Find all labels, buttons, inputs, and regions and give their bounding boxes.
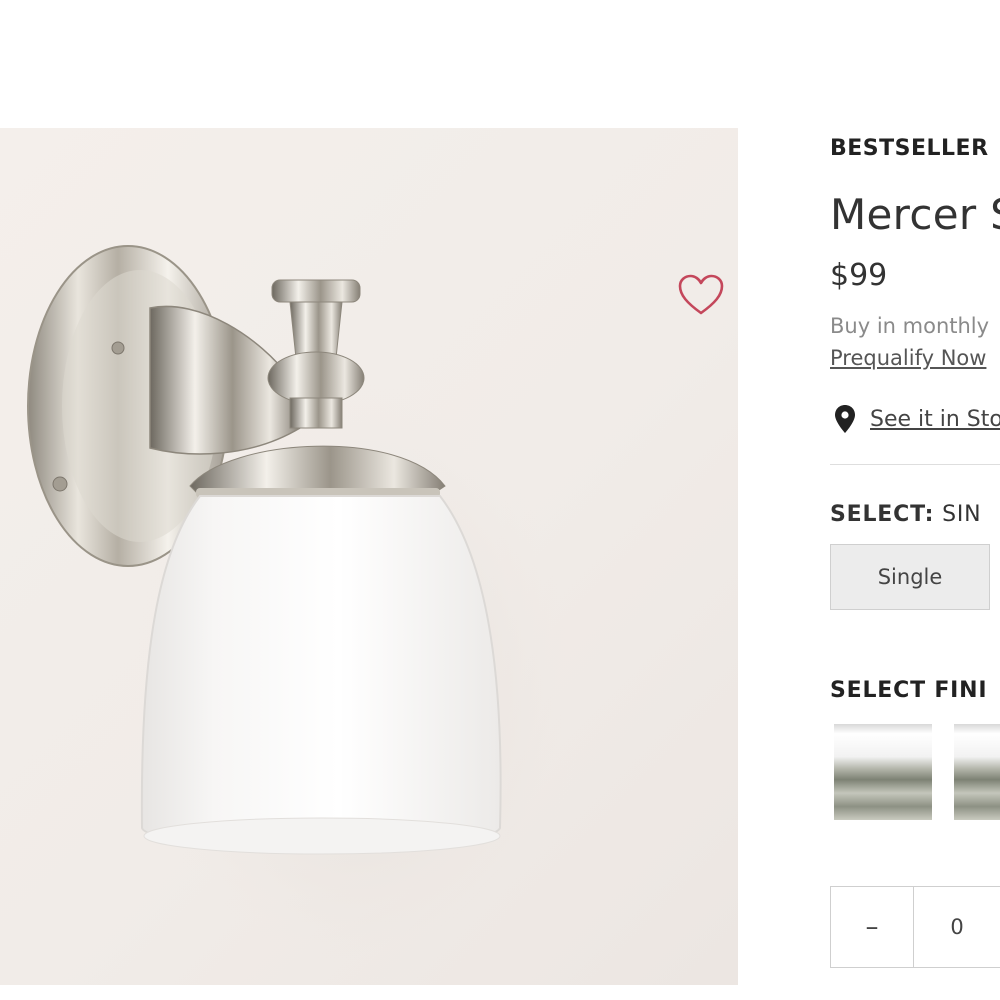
bestseller-badge: BESTSELLER bbox=[830, 136, 989, 161]
heart-icon bbox=[678, 274, 724, 315]
section-divider bbox=[830, 464, 1000, 465]
finish-swatch-1[interactable] bbox=[834, 724, 932, 820]
size-select-heading: SELECT: bbox=[830, 502, 935, 527]
product-price: $99 bbox=[830, 258, 888, 293]
decrement-button[interactable]: – bbox=[831, 887, 914, 967]
finish-select-label: SELECT FINI bbox=[830, 678, 988, 703]
wall-sconce-image bbox=[27, 245, 590, 985]
financing-text: Buy in monthly bbox=[830, 314, 990, 338]
see-in-store-link[interactable]: See it in Sto bbox=[870, 407, 1000, 432]
product-details: BESTSELLER Mercer S $99 Buy in monthly P… bbox=[830, 128, 1000, 1000]
size-option-single[interactable]: Single bbox=[830, 544, 990, 610]
product-image[interactable] bbox=[0, 128, 738, 985]
size-select-label: SELECT: SIN bbox=[830, 502, 981, 527]
store-availability[interactable]: See it in Sto bbox=[830, 404, 1000, 434]
finish-swatch-2[interactable] bbox=[954, 724, 1000, 820]
size-select-value: SIN bbox=[942, 502, 982, 527]
quantity-stepper: – 0 bbox=[830, 886, 1000, 968]
favorite-button[interactable] bbox=[676, 272, 726, 318]
location-pin-icon bbox=[835, 405, 855, 433]
product-title: Mercer S bbox=[830, 190, 1000, 239]
prequalify-link[interactable]: Prequalify Now bbox=[830, 346, 986, 370]
quantity-input[interactable]: 0 bbox=[914, 887, 1000, 967]
